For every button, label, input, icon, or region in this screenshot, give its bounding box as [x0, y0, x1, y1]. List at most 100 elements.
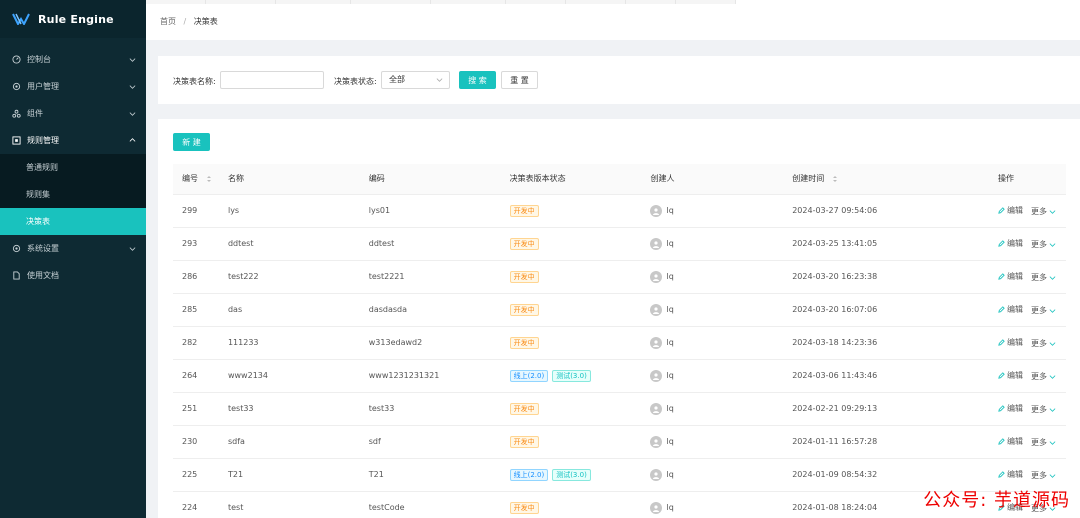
more-button[interactable]: 更多: [1031, 437, 1058, 448]
creator: lq: [650, 237, 674, 250]
col-created-header[interactable]: 创建时间: [783, 164, 989, 195]
creator: lq: [650, 303, 674, 316]
chevron-down-icon: [436, 78, 443, 82]
chevron-down-icon: [129, 247, 136, 251]
tab-slot[interactable]: [276, 0, 351, 4]
avatar: [650, 468, 663, 481]
more-button[interactable]: 更多: [1031, 404, 1058, 415]
breadcrumb-separator: /: [183, 17, 187, 26]
more-button[interactable]: 更多: [1031, 206, 1058, 217]
edit-label: 编辑: [1007, 469, 1023, 479]
creator-name: lq: [666, 470, 674, 479]
brand[interactable]: Rule Engine: [0, 0, 146, 38]
col-id-header[interactable]: 编号: [173, 164, 219, 195]
more-button[interactable]: 更多: [1031, 470, 1058, 481]
cell-status: 开发中: [500, 425, 642, 459]
edit-button[interactable]: 编辑: [998, 469, 1023, 480]
edit-button[interactable]: 编辑: [998, 205, 1023, 216]
edit-button[interactable]: 编辑: [998, 238, 1023, 249]
tab-slot[interactable]: [431, 0, 506, 4]
table-header-row: 编号 名称 编码 决策表版本状态 创建人 创建时间 操作: [173, 164, 1066, 195]
tab-slot[interactable]: [626, 0, 676, 4]
cell-id: 299: [173, 194, 219, 228]
avatar: [650, 270, 663, 283]
user-icon: [653, 273, 660, 281]
sidebar-item-components[interactable]: 组件: [0, 100, 146, 127]
tab-slot[interactable]: [506, 0, 566, 4]
cell-ops: 编辑 更多: [989, 425, 1066, 459]
sidebar-item-dashboard[interactable]: 控制台: [0, 46, 146, 73]
edit-button[interactable]: 编辑: [998, 271, 1023, 282]
col-code-header: 编码: [359, 164, 501, 195]
sidebar-subitem-normal-rules[interactable]: 普通规则: [0, 154, 146, 181]
edit-button[interactable]: 编辑: [998, 403, 1023, 414]
more-button[interactable]: 更多: [1031, 305, 1058, 316]
creator-name: lq: [666, 305, 674, 314]
more-button[interactable]: 更多: [1031, 239, 1058, 250]
name-search-input[interactable]: [220, 71, 324, 89]
sidebar-item-users[interactable]: 用户管理: [0, 73, 146, 100]
cell-code: ddtest: [359, 227, 501, 261]
name-label: 决策表名称:: [173, 77, 216, 86]
avatar: [650, 435, 663, 448]
status-badge: 开发中: [509, 303, 539, 316]
header: [146, 0, 1080, 40]
tab-slot[interactable]: [206, 0, 276, 4]
more-button[interactable]: 更多: [1031, 272, 1058, 283]
cell-ops: 编辑 更多: [989, 326, 1066, 360]
sidebar-item-settings[interactable]: 系统设置: [0, 235, 146, 262]
creator: lq: [650, 402, 674, 415]
sort-icon[interactable]: [832, 175, 838, 183]
reset-button[interactable]: 重 置: [501, 71, 538, 89]
status-select[interactable]: 全部: [381, 71, 450, 89]
tab-slot[interactable]: [566, 0, 626, 4]
sidebar-subitem-rule-sets[interactable]: 规则集: [0, 181, 146, 208]
col-name-header: 名称: [218, 164, 360, 195]
more-button[interactable]: 更多: [1031, 371, 1058, 382]
cell-creator: lq: [641, 491, 784, 518]
cell-status: 开发中: [500, 194, 642, 228]
user-icon: [653, 306, 660, 314]
search-panel: 决策表名称: 决策表状态: 全部 搜 索 重 置: [158, 56, 1080, 104]
cell-code: lys01: [359, 194, 501, 228]
status-badge: 开发中: [509, 204, 539, 217]
edit-label: 编辑: [1007, 337, 1023, 347]
edit-button[interactable]: 编辑: [998, 337, 1023, 348]
chevron-down-icon: [1049, 374, 1056, 379]
cell-status: 开发中: [500, 392, 642, 426]
cell-id: 224: [173, 491, 219, 518]
cell-status: 线上(2.0) 测试(3.0): [500, 458, 642, 492]
sidebar-item-label: 组件: [27, 109, 43, 118]
cell-created: 2024-03-27 09:54:06: [783, 194, 989, 228]
cell-created: 2024-03-20 16:23:38: [783, 260, 989, 294]
sidebar-item-docs[interactable]: 使用文档: [0, 262, 146, 289]
creator: lq: [650, 468, 674, 481]
edit-label: 编辑: [1007, 304, 1023, 314]
tab-slot[interactable]: [351, 0, 431, 4]
tab-slot[interactable]: [146, 0, 206, 4]
edit-button[interactable]: 编辑: [998, 370, 1023, 381]
sidebar-item-rules[interactable]: 规则管理: [0, 127, 146, 154]
status-badge: 线上(2.0): [509, 369, 549, 382]
sort-icon[interactable]: [206, 175, 212, 183]
status-badge: 测试(3.0): [552, 369, 591, 382]
chevron-down-icon: [1049, 209, 1056, 214]
edit-button[interactable]: 编辑: [998, 304, 1023, 315]
tab-slot[interactable]: [676, 0, 736, 4]
cell-status: 开发中: [500, 326, 642, 360]
avatar: [650, 369, 663, 382]
search-button[interactable]: 搜 索: [459, 71, 496, 89]
breadcrumb-home[interactable]: 首页: [160, 17, 176, 26]
components-icon: [12, 109, 21, 118]
avatar: [650, 501, 663, 514]
creator-name: lq: [666, 437, 674, 446]
more-button[interactable]: 更多: [1031, 338, 1058, 349]
status-badge: 开发中: [509, 237, 539, 250]
chevron-down-icon: [129, 58, 136, 62]
table-row: 264 www2134 www1231231321 线上(2.0) 测试(3.0) lq 2…: [173, 359, 1066, 393]
edit-icon: [998, 272, 1005, 280]
edit-label: 编辑: [1007, 436, 1023, 446]
edit-button[interactable]: 编辑: [998, 436, 1023, 447]
sidebar-subitem-decision-tables[interactable]: 决策表: [0, 208, 146, 235]
new-button[interactable]: 新 建: [173, 133, 210, 151]
